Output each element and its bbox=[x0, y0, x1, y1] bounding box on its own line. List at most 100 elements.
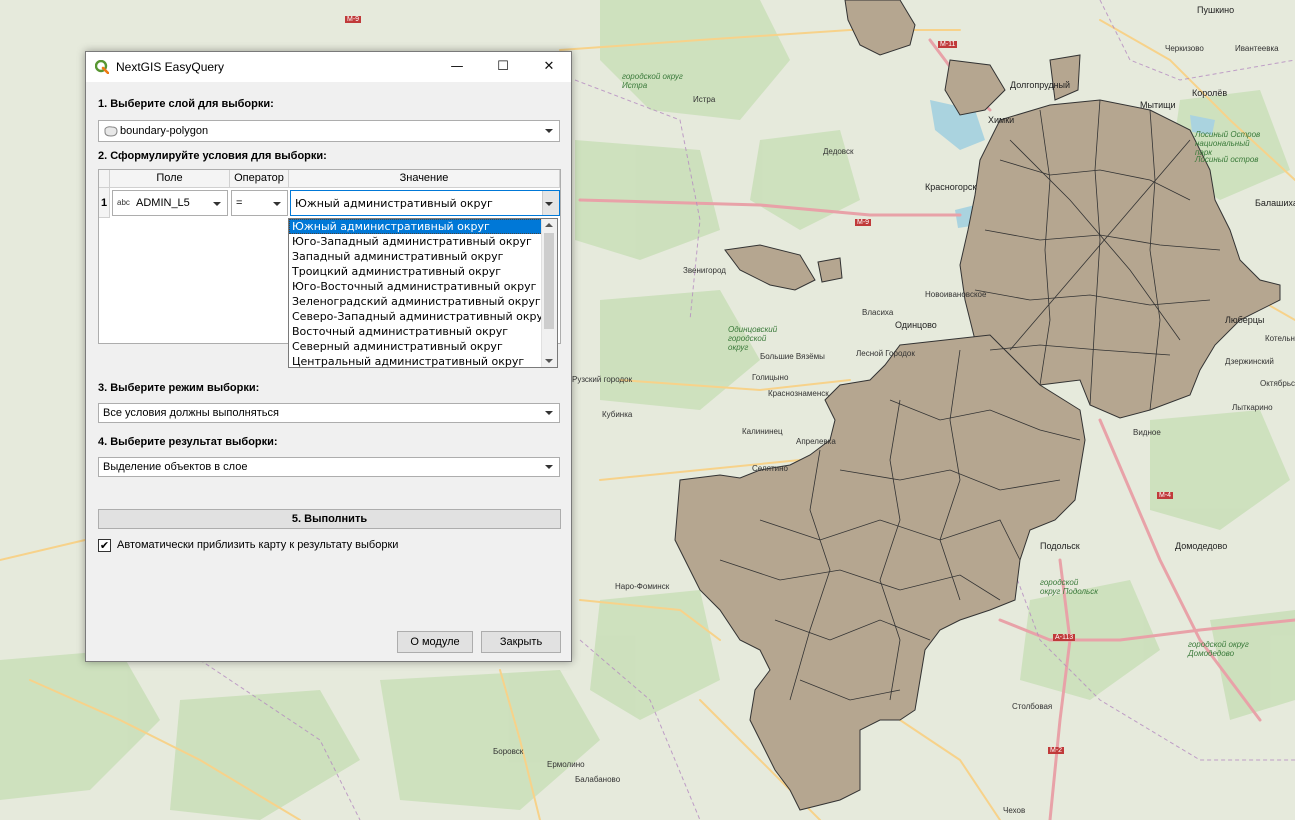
map-label: городской округ Домодедово bbox=[1188, 640, 1249, 658]
map-label: Апрелевка bbox=[796, 437, 836, 446]
title-bar[interactable]: NextGIS EasyQuery — ☐ ✕ bbox=[86, 52, 571, 82]
map-label: Мытищи bbox=[1140, 100, 1176, 110]
map-label: Королёв bbox=[1192, 88, 1228, 98]
mode-select[interactable]: Все условия должны выполняться bbox=[98, 403, 560, 423]
map-label: Голицыно bbox=[752, 373, 789, 382]
map-label: Кубинка bbox=[602, 410, 633, 419]
result-select[interactable]: Выделение объектов в слое bbox=[98, 457, 560, 477]
map-label: Одинцово bbox=[895, 320, 937, 330]
road-sign: М-11 bbox=[938, 41, 958, 48]
auto-zoom-checkbox[interactable]: ✔ bbox=[98, 539, 111, 552]
map-label: Котельники bbox=[1265, 334, 1295, 343]
table-corner bbox=[99, 170, 110, 188]
dropdown-scrollbar[interactable] bbox=[541, 219, 557, 367]
operator-select-value: = bbox=[236, 197, 243, 209]
map-label: Дзержинский bbox=[1225, 357, 1274, 366]
map-label: городской округ Подольск bbox=[1040, 578, 1099, 596]
map-label: Власиха bbox=[862, 308, 894, 317]
road-sign: А-113 bbox=[1053, 634, 1076, 641]
map-label: Лосиный Остров национальный парк bbox=[1195, 130, 1261, 157]
value-option[interactable]: Юго-Западный административный округ bbox=[289, 234, 557, 249]
map-label: Домодедово bbox=[1175, 541, 1228, 551]
map-label: Рузский городок bbox=[572, 375, 633, 384]
value-option[interactable]: Западный административный округ bbox=[289, 249, 557, 264]
scroll-down-icon[interactable] bbox=[545, 359, 553, 363]
map-label: Ермолино bbox=[547, 760, 585, 769]
map-label: Одинцовский городской округ bbox=[728, 325, 778, 352]
map-label: Боровск bbox=[493, 747, 524, 756]
value-dropdown-list[interactable]: Южный административный округ Юго-Западны… bbox=[288, 218, 558, 368]
map-label: Пушкино bbox=[1197, 5, 1235, 15]
map-label: Подольск bbox=[1040, 541, 1080, 551]
map-label: Лесной Городок bbox=[856, 349, 915, 358]
text-type-icon: abc bbox=[117, 198, 130, 207]
map-label: Октябрьский bbox=[1260, 379, 1295, 388]
value-option[interactable]: Северо-Западный административный округ bbox=[289, 309, 557, 324]
maximize-button[interactable]: ☐ bbox=[480, 52, 526, 82]
value-select-value: Южный административный округ bbox=[295, 197, 493, 210]
scroll-up-icon[interactable] bbox=[545, 223, 553, 227]
map-label: Селятино bbox=[752, 464, 788, 473]
window-title: NextGIS EasyQuery bbox=[116, 60, 225, 74]
map-label: Столбовая bbox=[1012, 702, 1053, 711]
map-label: Дедовск bbox=[823, 147, 854, 156]
easyquery-dialog: NextGIS EasyQuery — ☐ ✕ 1. Выберите слой… bbox=[85, 51, 572, 662]
map-label: Черкизово bbox=[1165, 44, 1204, 53]
auto-zoom-label: Автоматически приблизить карту к результ… bbox=[117, 539, 399, 551]
value-select[interactable]: Южный административный округ bbox=[290, 190, 560, 216]
chevron-down-icon bbox=[545, 411, 553, 415]
layer-select[interactable]: boundary-polygon bbox=[98, 120, 560, 142]
map-label: Лыткарино bbox=[1232, 403, 1273, 412]
close-button[interactable]: Закрыть bbox=[481, 631, 561, 653]
map-label: Люберцы bbox=[1225, 315, 1265, 325]
scrollbar-thumb[interactable] bbox=[544, 233, 554, 329]
chevron-down-icon bbox=[545, 465, 553, 469]
value-option[interactable]: Восточный административный округ bbox=[289, 324, 557, 339]
map-label: Наро-Фоминск bbox=[615, 582, 670, 591]
value-option[interactable]: Троицкий административный округ bbox=[289, 264, 557, 279]
map-label: Балабаново bbox=[575, 775, 621, 784]
value-option[interactable]: Центральный административный округ bbox=[289, 354, 557, 369]
map-label: Новоивановское bbox=[925, 290, 987, 299]
map-label: Чехов bbox=[1003, 806, 1026, 815]
value-option[interactable]: Юго-Восточный административный округ bbox=[289, 279, 557, 294]
value-option[interactable]: Южный административный округ bbox=[289, 219, 557, 234]
qgis-logo-icon bbox=[95, 60, 109, 74]
road-sign: М-9 bbox=[855, 219, 872, 226]
map-label: Красногорск bbox=[925, 182, 977, 192]
result-select-value: Выделение объектов в слое bbox=[103, 461, 248, 473]
road-sign: М-4 bbox=[1157, 492, 1174, 499]
field-select-value: ADMIN_L5 bbox=[136, 197, 190, 209]
column-header-field: Поле bbox=[110, 170, 230, 188]
map-label: Калининец bbox=[742, 427, 783, 436]
minimize-button[interactable]: — bbox=[434, 52, 480, 82]
about-button[interactable]: О модуле bbox=[397, 631, 473, 653]
map-label: Балашиха bbox=[1255, 198, 1295, 208]
road-sign: М-9 bbox=[345, 16, 362, 23]
close-window-button[interactable]: ✕ bbox=[526, 52, 572, 82]
chevron-down-icon bbox=[273, 202, 281, 206]
map-label: Химки bbox=[988, 115, 1015, 125]
value-option[interactable]: Зеленоградский административный округ bbox=[289, 294, 557, 309]
column-header-operator: Оператор bbox=[230, 170, 289, 188]
value-option[interactable]: Северный административный округ bbox=[289, 339, 557, 354]
chevron-down-icon bbox=[545, 129, 553, 133]
step1-label: 1. Выберите слой для выборки: bbox=[98, 98, 274, 110]
map-label: Краснознаменск bbox=[768, 389, 829, 398]
step2-label: 2. Сформулируйте условия для выборки: bbox=[98, 150, 327, 162]
chevron-down-icon bbox=[545, 202, 553, 206]
map-label: Видное bbox=[1133, 428, 1161, 437]
map-label: городской округ Истра bbox=[622, 72, 683, 90]
chevron-down-icon bbox=[213, 202, 221, 206]
column-header-value: Значение bbox=[289, 170, 560, 188]
map-label: Большие Вязёмы bbox=[760, 352, 825, 361]
map-label: Звенигород bbox=[683, 266, 726, 275]
operator-select[interactable]: = bbox=[231, 190, 288, 216]
mode-select-value: Все условия должны выполняться bbox=[103, 407, 279, 419]
row-number: 1 bbox=[99, 188, 110, 218]
map-label: Долгопрудный bbox=[1010, 80, 1071, 90]
step4-label: 4. Выберите результат выборки: bbox=[98, 436, 278, 448]
polygon-layer-icon bbox=[104, 126, 118, 137]
run-button[interactable]: 5. Выполнить bbox=[98, 509, 561, 529]
field-select[interactable]: abc ADMIN_L5 bbox=[112, 190, 228, 216]
